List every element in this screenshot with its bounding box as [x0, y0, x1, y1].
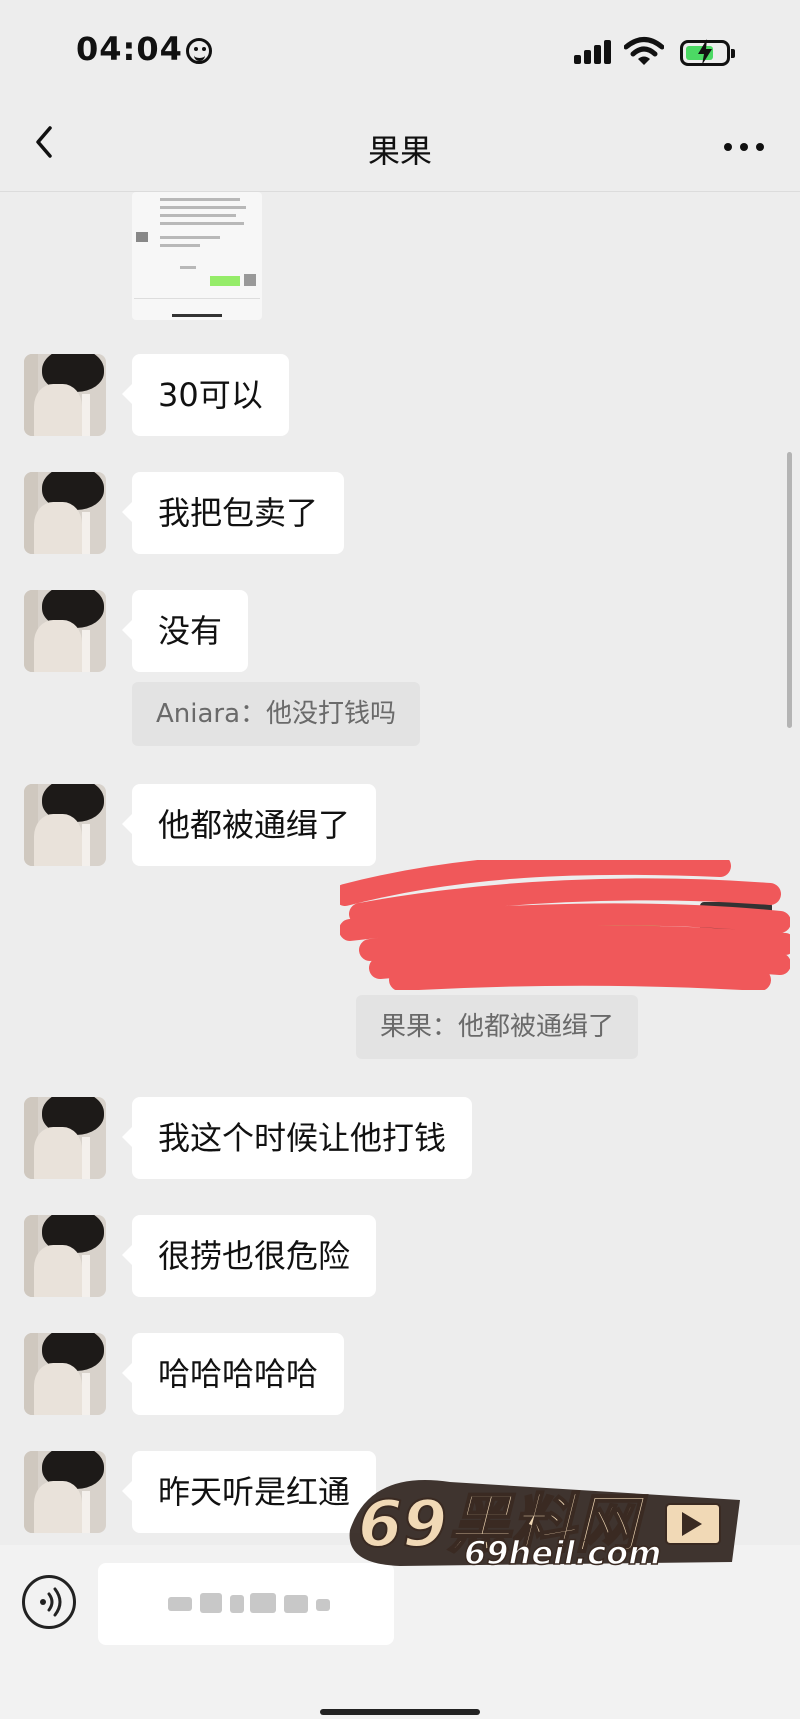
blurred-input-text	[168, 1593, 330, 1613]
avatar[interactable]	[24, 354, 106, 436]
battery-charging-icon	[680, 39, 735, 66]
avatar[interactable]	[24, 1451, 106, 1533]
avatar[interactable]	[24, 1097, 106, 1179]
message-bubble[interactable]: 没有	[121, 590, 249, 672]
image-message[interactable]	[132, 192, 262, 320]
avatar[interactable]	[24, 472, 106, 554]
voice-icon[interactable]	[22, 1575, 76, 1629]
avatar[interactable]	[24, 1333, 106, 1415]
message-bubble[interactable]: 很捞也很危险	[121, 1215, 377, 1297]
message-input[interactable]	[98, 1563, 394, 1645]
more-icon[interactable]	[720, 130, 768, 160]
message-bubble[interactable]: 他都被通缉了	[121, 784, 377, 866]
chat-title: 果果	[367, 132, 432, 170]
quoted-message[interactable]: Aniara：他没打钱吗	[132, 682, 421, 746]
status-bar: 04:04	[0, 0, 800, 100]
message-bubble[interactable]: 昨天听是红通	[121, 1451, 377, 1533]
message-bubble[interactable]: 30可以	[122, 354, 289, 436]
smiley-icon	[186, 38, 212, 64]
quoted-message[interactable]: 果果：他都被通缉了	[356, 995, 639, 1059]
message-bubble[interactable]: 哈哈哈哈哈	[121, 1333, 345, 1415]
home-indicator	[320, 1709, 480, 1715]
status-time: 04:04	[76, 30, 183, 68]
scrollbar[interactable]	[787, 452, 792, 728]
signal-icon	[574, 40, 614, 64]
message-bubble[interactable]: 我这个时候让他打钱	[121, 1097, 473, 1179]
nav-bar: 果果	[0, 100, 800, 192]
input-bar	[0, 1545, 800, 1719]
message-bubble[interactable]: 我把包卖了	[121, 472, 345, 554]
redacted-outgoing-message	[340, 860, 790, 990]
avatar[interactable]	[24, 784, 106, 866]
avatar[interactable]	[24, 590, 106, 672]
avatar[interactable]	[24, 1215, 106, 1297]
wifi-icon	[624, 37, 664, 65]
play-icon	[665, 1503, 721, 1545]
